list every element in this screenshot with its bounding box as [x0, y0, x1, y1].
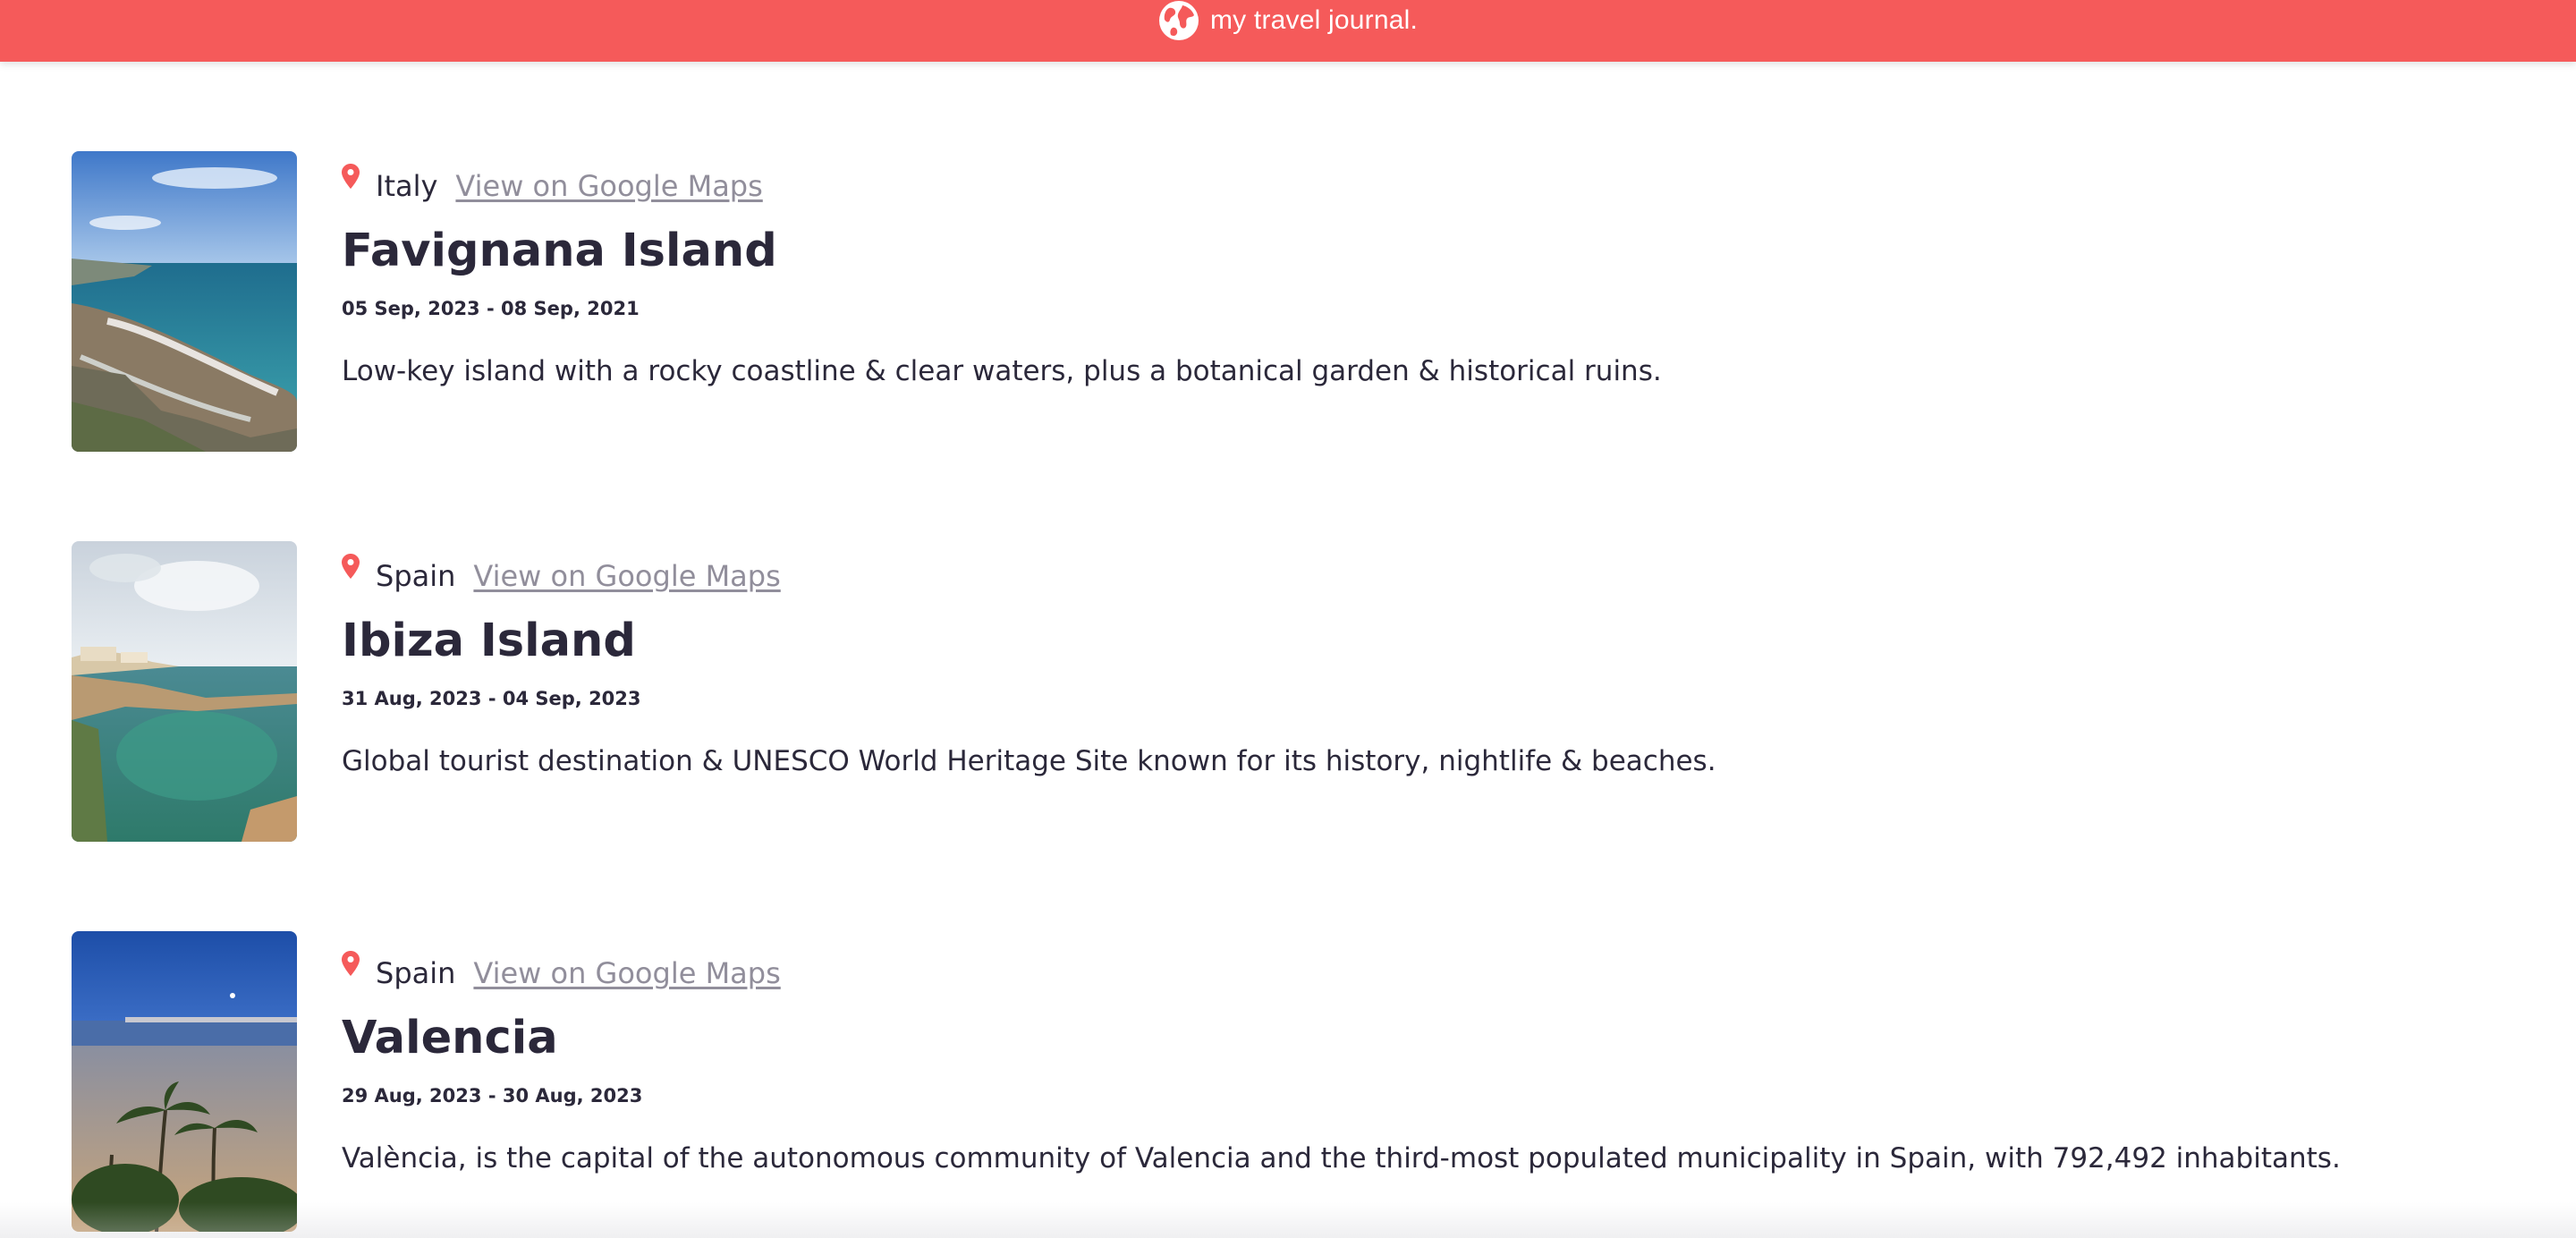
entry-description: Low-key island with a rocky coastline & …: [342, 355, 1662, 387]
header-brand: my travel journal.: [1158, 0, 1418, 41]
app-header: my travel journal.: [0, 0, 2576, 62]
entry-description: Global tourist destination & UNESCO Worl…: [342, 745, 1716, 777]
entry-dates: 29 Aug, 2023 - 30 Aug, 2023: [342, 1085, 643, 1107]
location-row: Spain View on Google Maps: [342, 951, 781, 990]
location-pin-icon: [342, 164, 360, 189]
location-pin-icon: [342, 951, 360, 976]
google-maps-link[interactable]: View on Google Maps: [473, 559, 780, 593]
google-maps-link[interactable]: View on Google Maps: [473, 956, 780, 990]
entry-country: Italy: [376, 169, 438, 203]
entry-description: València, is the capital of the autonomo…: [342, 1142, 2341, 1174]
cove-photo: [72, 541, 297, 842]
globe-icon: [1158, 0, 1199, 40]
entry-country: Spain: [376, 559, 456, 593]
beach-palms-photo: [72, 931, 297, 1232]
entry-title: Ibiza Island: [342, 615, 636, 667]
location-row: Spain View on Google Maps: [342, 554, 781, 593]
entry-title: Favignana Island: [342, 225, 777, 277]
app-title: my travel journal.: [1209, 4, 1418, 35]
location-row: Italy View on Google Maps: [342, 164, 763, 203]
coastal-rocks-photo: [72, 151, 297, 452]
google-maps-link[interactable]: View on Google Maps: [455, 169, 762, 203]
entry-country: Spain: [376, 956, 456, 990]
location-pin-icon: [342, 554, 360, 579]
entry-dates: 31 Aug, 2023 - 04 Sep, 2023: [342, 688, 641, 709]
entry-dates: 05 Sep, 2023 - 08 Sep, 2021: [342, 298, 640, 319]
journal-entry: Spain View on Google Maps Ibiza Island 3…: [72, 541, 2540, 842]
journal-entry: Italy View on Google Maps Favignana Isla…: [72, 151, 2540, 452]
journal-entry: Spain View on Google Maps Valencia 29 Au…: [72, 931, 2540, 1232]
entry-title: Valencia: [342, 1012, 558, 1064]
